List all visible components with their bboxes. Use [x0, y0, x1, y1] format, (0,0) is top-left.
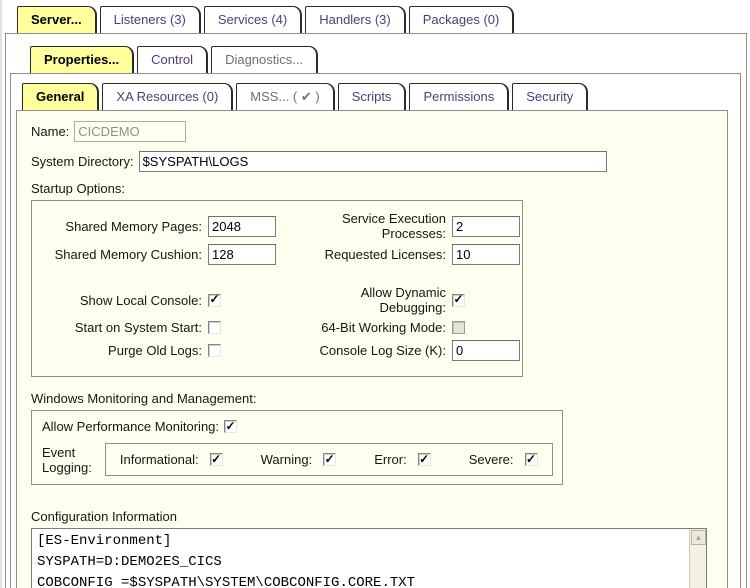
purge-old-logs-checkbox[interactable]: [208, 344, 221, 357]
tab-security-label: Security: [526, 89, 573, 104]
show-local-console-label: Show Local Console:: [36, 293, 208, 308]
error-label: Error:: [374, 452, 407, 467]
startup-options-group: Shared Memory Pages: Service Execution P…: [31, 200, 523, 377]
event-logging-group: Informational: Warning: Error: Severe:: [105, 443, 553, 476]
name-row: Name:: [31, 121, 713, 142]
system-directory-label: System Directory:: [31, 154, 134, 169]
console-log-size-input[interactable]: [452, 340, 520, 361]
allow-dynamic-debugging-checkbox[interactable]: [452, 294, 465, 307]
severe-checkbox[interactable]: [525, 453, 538, 466]
general-panel: Name: System Directory: Startup Options:…: [16, 110, 728, 588]
start-on-system-start-checkbox[interactable]: [208, 321, 221, 334]
tab-listeners[interactable]: Listeners (3): [100, 6, 201, 33]
scroll-up-icon[interactable]: ▲: [691, 530, 706, 545]
shared-memory-pages-input[interactable]: [208, 216, 276, 237]
tab-scripts-label: Scripts: [352, 89, 392, 104]
console-log-size-label: Console Log Size (K):: [294, 343, 452, 358]
allow-dynamic-debugging-label: Allow Dynamic Debugging:: [294, 285, 452, 315]
tab-packages-label: Packages (0): [423, 12, 500, 27]
name-label: Name:: [31, 124, 69, 139]
shared-memory-cushion-input[interactable]: [208, 244, 276, 265]
system-directory-input[interactable]: [139, 151, 607, 172]
allow-performance-monitoring-label: Allow Performance Monitoring:: [42, 419, 219, 434]
requested-licenses-label: Requested Licenses:: [294, 247, 452, 262]
error-checkbox[interactable]: [418, 453, 431, 466]
show-local-console-checkbox[interactable]: [208, 294, 221, 307]
tab-services-label: Services (4): [218, 12, 287, 27]
tab-mss-label: MSS... ( ✔ ): [250, 89, 319, 105]
tab-services[interactable]: Services (4): [204, 6, 302, 33]
tab-control-label: Control: [151, 52, 193, 67]
tab-mss[interactable]: MSS... ( ✔ ): [236, 83, 334, 110]
warning-label: Warning:: [261, 452, 313, 467]
informational-checkbox[interactable]: [210, 453, 223, 466]
tab-scripts[interactable]: Scripts: [338, 83, 407, 110]
event-logging-label: Event Logging:: [42, 445, 92, 475]
tab-control[interactable]: Control: [137, 46, 208, 73]
system-directory-row: System Directory:: [31, 151, 713, 172]
tab-xa-resources[interactable]: XA Resources (0): [102, 83, 233, 110]
service-execution-processes-label: Service Execution Processes:: [294, 211, 452, 241]
monitoring-group: Allow Performance Monitoring: Event Logg…: [31, 410, 563, 485]
tab-properties-label: Properties...: [44, 52, 119, 67]
tab-security[interactable]: Security: [512, 83, 588, 110]
tab-permissions[interactable]: Permissions: [409, 83, 509, 110]
64bit-working-mode-label: 64-Bit Working Mode:: [294, 320, 452, 335]
textarea-scrollbar[interactable]: ▲ ▼: [689, 529, 706, 588]
server-tab-strip: Server... Listeners (3) Services (4) Han…: [17, 6, 514, 33]
tab-general-label: General: [36, 89, 84, 104]
shared-memory-pages-label: Shared Memory Pages:: [36, 219, 208, 234]
configuration-information-text: [ES-Environment] SYSPATH=D:DEMO2ES_CICS …: [32, 529, 689, 588]
service-execution-processes-input[interactable]: [452, 216, 520, 237]
properties-tab-strip: Properties... Control Diagnostics...: [30, 46, 318, 73]
monitoring-title: Windows Monitoring and Management:: [31, 391, 713, 406]
tab-diagnostics-label: Diagnostics...: [225, 52, 303, 67]
tab-handlers-label: Handlers (3): [319, 12, 391, 27]
start-on-system-start-label: Start on System Start:: [36, 320, 208, 335]
general-tab-strip: General XA Resources (0) MSS... ( ✔ ) Sc…: [22, 83, 588, 110]
purge-old-logs-label: Purge Old Logs:: [36, 343, 208, 358]
tab-properties[interactable]: Properties...: [30, 46, 134, 73]
tab-listeners-label: Listeners (3): [114, 12, 186, 27]
tab-handlers[interactable]: Handlers (3): [305, 6, 406, 33]
informational-label: Informational:: [120, 452, 199, 467]
warning-checkbox[interactable]: [323, 453, 336, 466]
admin-page: Server... Listeners (3) Services (4) Han…: [0, 0, 750, 588]
name-input[interactable]: [74, 121, 186, 142]
tab-diagnostics[interactable]: Diagnostics...: [211, 46, 318, 73]
allow-performance-monitoring-checkbox[interactable]: [224, 420, 237, 433]
tab-packages[interactable]: Packages (0): [409, 6, 515, 33]
configuration-information-label: Configuration Information: [31, 509, 713, 524]
event-logging-row: Event Logging: Informational: Warning: E…: [42, 443, 552, 476]
tab-general[interactable]: General: [22, 83, 99, 110]
tab-xa-resources-label: XA Resources (0): [116, 89, 218, 104]
tab-permissions-label: Permissions: [423, 89, 494, 104]
shared-memory-cushion-label: Shared Memory Cushion:: [36, 247, 208, 262]
allow-performance-monitoring-row: Allow Performance Monitoring:: [42, 419, 552, 434]
tab-server[interactable]: Server...: [17, 6, 97, 33]
severe-label: Severe:: [469, 452, 514, 467]
64bit-working-mode-checkbox: [452, 321, 465, 334]
configuration-information-textarea[interactable]: [ES-Environment] SYSPATH=D:DEMO2ES_CICS …: [31, 528, 707, 588]
requested-licenses-input[interactable]: [452, 244, 520, 265]
tab-server-label: Server...: [31, 12, 82, 27]
startup-options-title: Startup Options:: [31, 181, 713, 196]
